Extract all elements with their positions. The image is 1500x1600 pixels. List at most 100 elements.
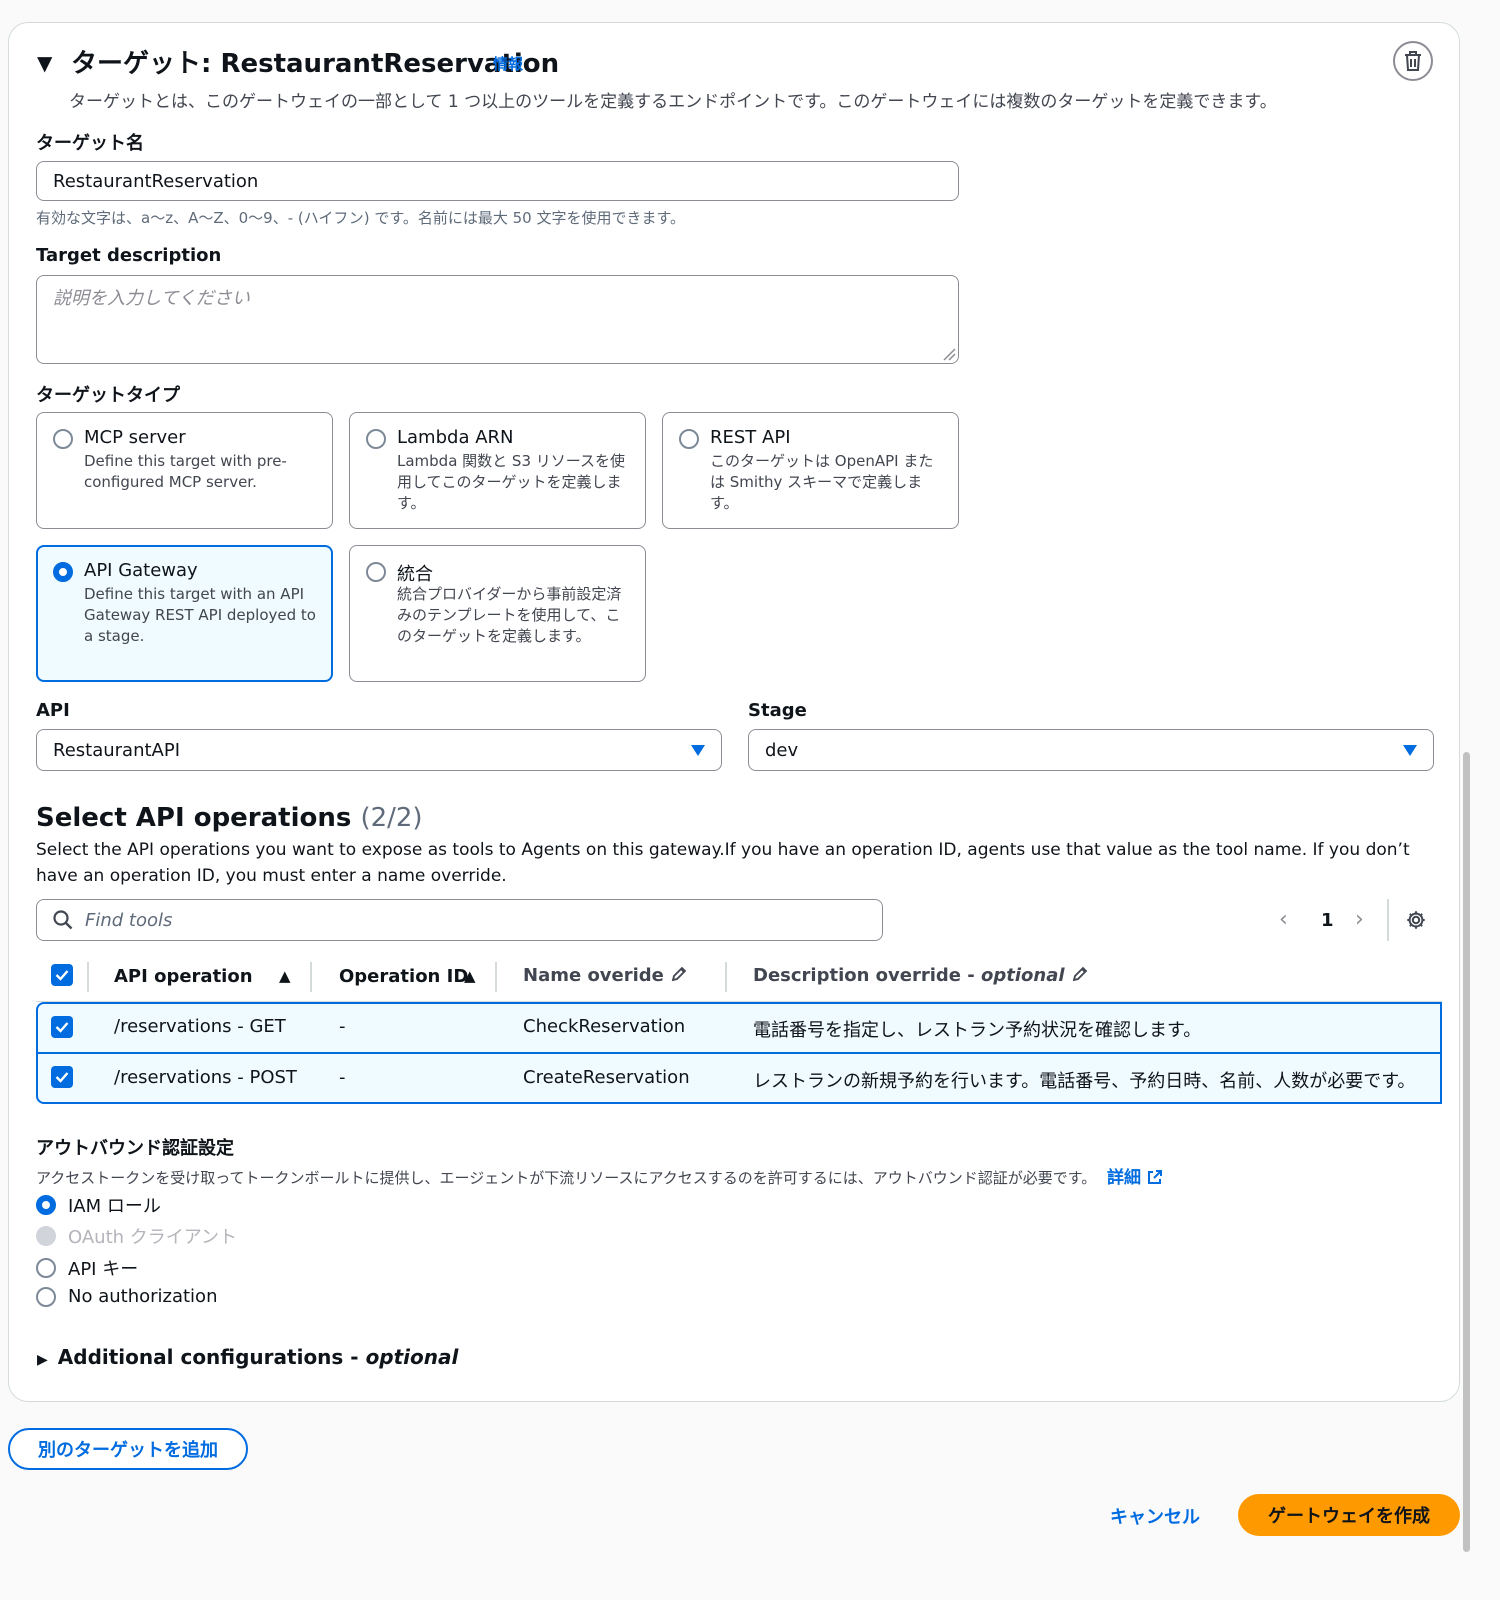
target-title: ターゲット: RestaurantReservation: [71, 49, 560, 79]
cell-description-override[interactable]: 電話番号を指定し、レストラン予約状況を確認します。: [753, 1016, 1201, 1042]
gear-icon[interactable]: [1405, 909, 1427, 931]
info-link[interactable]: 情報: [493, 53, 523, 74]
tile-title: MCP server: [84, 427, 186, 448]
radio-iam-role[interactable]: [36, 1195, 56, 1215]
prev-page-icon[interactable]: ‹: [1279, 907, 1288, 932]
additional-configurations-toggle[interactable]: ▶ Additional configurations - optional: [37, 1345, 458, 1369]
details-link-text: 詳細: [1107, 1168, 1141, 1188]
target-description-label: Target description: [36, 245, 222, 266]
operations-heading: Select API operations (2/2): [36, 803, 423, 833]
radio-integration[interactable]: [366, 562, 386, 582]
tile-title: Lambda ARN: [397, 427, 514, 448]
operations-description: Select the API operations you want to ex…: [36, 840, 1410, 886]
cell-operation-id: -: [339, 1016, 346, 1037]
target-type-mcp-server[interactable]: MCP server Define this target with pre-c…: [36, 412, 333, 529]
pagination-divider: [1387, 899, 1389, 941]
tile-description: Define this target with pre-configured M…: [84, 452, 287, 491]
api-label: API: [36, 700, 70, 721]
add-target-button[interactable]: 別のターゲットを追加: [8, 1428, 248, 1470]
auth-option-no-authorization[interactable]: No authorization: [36, 1286, 217, 1307]
tile-description: Define this target with an API Gateway R…: [84, 585, 316, 645]
target-card: ▼ ターゲット: RestaurantReservation 情報 ターゲットと…: [8, 22, 1460, 1402]
pencil-icon: [1072, 966, 1088, 982]
tile-description: Lambda 関数と S3 リソースを使用してこのターゲットを定義します。: [397, 452, 626, 512]
auth-option-api-key[interactable]: API キー: [36, 1255, 138, 1281]
sort-ascending-icon[interactable]: ▲: [464, 967, 476, 985]
column-divider: [725, 962, 727, 992]
auth-option-label: OAuth クライアント: [68, 1227, 238, 1248]
target-type-api-gateway[interactable]: API Gateway Define this target with an A…: [36, 545, 333, 682]
row-checkbox[interactable]: [51, 1066, 73, 1088]
cell-name-override[interactable]: CheckReservation: [523, 1016, 685, 1037]
radio-api-gateway[interactable]: [53, 562, 73, 582]
column-header-api-operation[interactable]: API operation: [114, 966, 253, 987]
select-all-checkbox[interactable]: [51, 964, 73, 986]
column-divider: [87, 962, 89, 992]
description-override-header-text: Description override -: [753, 965, 982, 986]
tile-description: このターゲットは OpenAPI または Smithy スキーマで定義します。: [710, 452, 934, 512]
radio-oauth-client: [36, 1226, 56, 1246]
cell-api-operation: /reservations - GET: [114, 1016, 286, 1037]
operations-title: Select API operations: [36, 803, 352, 833]
column-divider: [495, 962, 497, 992]
stage-select[interactable]: dev: [748, 729, 1434, 771]
radio-no-authorization[interactable]: [36, 1286, 56, 1307]
tile-title: API Gateway: [84, 560, 198, 581]
column-header-operation-id[interactable]: Operation ID: [339, 966, 468, 987]
api-select[interactable]: RestaurantAPI: [36, 729, 722, 771]
api-select-value: RestaurantAPI: [53, 739, 181, 761]
next-page-icon[interactable]: ›: [1355, 907, 1364, 932]
tile-description: 統合プロバイダーから事前設定済みのテンプレートを使用して、このターゲットを定義し…: [397, 585, 622, 645]
outbound-auth-description: アクセストークンを受け取ってトークンボールトに提供し、エージェントが下流リソース…: [36, 1163, 1163, 1188]
auth-option-iam-role[interactable]: IAM ロール: [36, 1192, 161, 1218]
collapse-caret-icon[interactable]: ▼: [37, 51, 52, 75]
check-icon: [55, 970, 69, 981]
resize-handle-icon[interactable]: [942, 347, 956, 361]
column-divider: [310, 962, 312, 992]
radio-api-key[interactable]: [36, 1258, 56, 1278]
outbound-auth-label: アウトバウンド認証設定: [36, 1138, 234, 1159]
target-description-text: ターゲットとは、このゲートウェイの一部として 1 つ以上のツールを定義するエンド…: [69, 92, 1277, 112]
cell-description-override[interactable]: レストランの新規予約を行います。電話番号、予約日時、名前、人数が必要です。: [753, 1067, 1415, 1093]
tile-title: 統合: [397, 564, 433, 585]
stage-select-value: dev: [765, 739, 799, 761]
tile-title: REST API: [710, 427, 791, 448]
target-type-rest-api[interactable]: REST API このターゲットは OpenAPI または Smithy スキー…: [662, 412, 959, 529]
name-override-header-text: Name overide: [523, 965, 664, 986]
auth-option-label: IAM ロール: [68, 1196, 161, 1217]
optional-text: optional: [365, 1345, 459, 1369]
check-icon: [55, 1072, 69, 1083]
sort-ascending-icon[interactable]: ▲: [279, 967, 291, 985]
auth-option-label: No authorization: [68, 1286, 218, 1307]
target-type-integration[interactable]: 統合 統合プロバイダーから事前設定済みのテンプレートを使用して、このターゲットを…: [349, 545, 646, 682]
outbound-auth-description-text: アクセストークンを受け取ってトークンボールトに提供し、エージェントが下流リソース…: [36, 1169, 1097, 1187]
cancel-button[interactable]: キャンセル: [1100, 1496, 1210, 1536]
radio-lambda-arn[interactable]: [366, 429, 386, 449]
check-icon: [55, 1022, 69, 1033]
create-gateway-button[interactable]: ゲートウェイを作成: [1238, 1494, 1460, 1536]
column-header-name-override: Name overide: [523, 965, 688, 986]
caret-down-icon: [691, 744, 705, 756]
radio-mcp-server[interactable]: [53, 429, 73, 449]
search-icon: [53, 910, 73, 930]
target-type-label: ターゲットタイプ: [36, 385, 180, 406]
cell-name-override[interactable]: CreateReservation: [523, 1067, 690, 1088]
caret-down-icon: [1403, 744, 1417, 756]
auth-option-label: API キー: [68, 1259, 139, 1280]
row-checkbox[interactable]: [51, 1016, 73, 1038]
scrollbar-thumb[interactable]: [1463, 752, 1470, 1552]
operations-count: (2/2): [360, 803, 423, 833]
details-link[interactable]: 詳細: [1107, 1168, 1163, 1188]
optional-text: optional: [981, 965, 1065, 986]
target-description-textarea[interactable]: 説明を入力してください: [36, 275, 959, 364]
caret-right-icon: ▶: [37, 1352, 48, 1368]
page-number[interactable]: 1: [1321, 910, 1334, 931]
radio-rest-api[interactable]: [679, 429, 699, 449]
cell-operation-id: -: [339, 1067, 346, 1088]
stage-label: Stage: [748, 700, 807, 721]
find-tools-input[interactable]: Find tools: [36, 899, 883, 941]
target-name-label: ターゲット名: [36, 133, 144, 154]
target-name-input[interactable]: RestaurantReservation: [36, 161, 959, 201]
delete-target-button[interactable]: [1393, 41, 1433, 81]
target-type-lambda-arn[interactable]: Lambda ARN Lambda 関数と S3 リソースを使用してこのターゲッ…: [349, 412, 646, 529]
